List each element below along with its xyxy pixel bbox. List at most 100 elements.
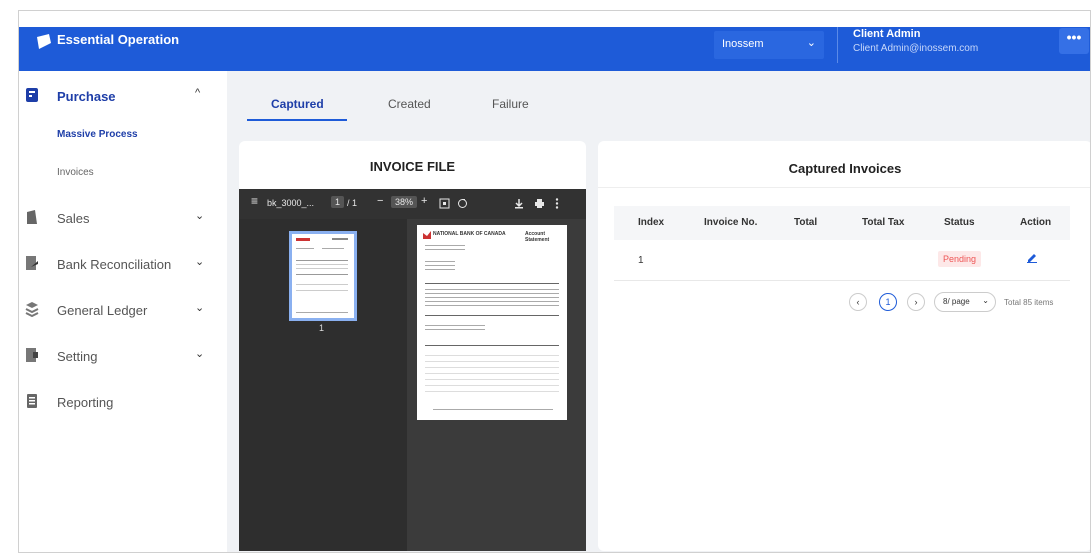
page-line [425,325,485,326]
tab-failure[interactable]: Failure [492,97,529,111]
sidebar-item-setting[interactable]: Setting ⌄ [19,345,227,369]
page-line [425,297,559,298]
pdf-toolbar: ≡ bk_3000_... 1 / 1 − 38% + [239,189,586,219]
more-menu-button[interactable]: ••• [1059,28,1089,54]
sidebar-item-label: Bank Reconciliation [57,257,172,272]
bank-logo-icon [423,231,431,239]
tab-created[interactable]: Created [388,97,431,111]
thumbnail-preview [296,238,348,313]
header-divider [837,27,838,63]
active-tab-indicator [247,119,347,121]
status-badge: Pending [938,251,982,267]
company-select[interactable]: Inossem ⌄ [714,31,824,59]
table-header: Index Invoice No. Total Total Tax Status… [614,206,1070,240]
sidebar-item-label: Sales [57,211,90,226]
page-line [425,361,559,362]
cart-icon [26,88,38,102]
more-vert-icon[interactable] [555,198,559,209]
page-line [425,373,559,374]
edit-icon[interactable] [1026,251,1038,263]
rotate-icon[interactable] [457,198,468,209]
page-line [425,329,485,330]
page-line [425,265,455,266]
pdf-page-input[interactable]: 1 [331,196,345,208]
statement-bank-name: NATIONAL BANK OF CANADA [433,231,506,237]
chevron-up-icon: ^ [195,87,201,99]
sidebar-subitem-invoices[interactable]: Invoices [57,167,94,178]
sidebar: Purchase ^ Massive Process Invoices Sale… [19,71,227,552]
pagination-page-1[interactable]: 1 [879,293,897,311]
pagination-prev-button[interactable]: ‹ [849,293,867,311]
statement-heading: Account Statement [525,231,550,243]
pdf-viewer: ≡ bk_3000_... 1 / 1 − 38% + 1 NATIONAL B… [239,189,586,551]
menu-icon[interactable]: ≡ [251,194,258,208]
page-line [425,315,559,316]
setting-icon [26,348,38,362]
fit-page-icon[interactable] [439,198,450,209]
user-name[interactable]: Client Admin [853,28,920,40]
chevron-down-icon: ⌄ [806,37,816,49]
sidebar-item-label: Reporting [57,395,114,410]
sidebar-item-label: Purchase [57,89,116,104]
chevron-down-icon: ⌄ [195,210,205,222]
top-navigation-bar: Essential Operation Inossem ⌄ Client Adm… [19,27,1090,71]
page-line [425,305,559,306]
page-line [425,269,455,270]
column-header-invoice-no: Invoice No. [704,217,758,228]
page-line [425,261,455,262]
ledger-icon [25,302,39,317]
main-content: Captured Created Failure INVOICE FILE ≡ … [227,71,1090,552]
captured-invoices-title: Captured Invoices [788,161,902,176]
column-header-index: Index [638,217,665,228]
page-line [425,301,559,302]
app-title: Essential Operation [57,32,180,47]
page-size-select[interactable]: 8/ page ⌄ [934,292,996,312]
tab-captured[interactable]: Captured [271,97,324,111]
invoice-file-panel: INVOICE FILE ≡ bk_3000_... 1 / 1 − 38% + [239,141,586,551]
page-line [425,245,465,246]
tab-bar: Captured Created Failure [227,71,1090,121]
column-header-total-tax: Total Tax [862,217,905,228]
pagination-next-button[interactable]: › [907,293,925,311]
page-line [425,379,559,380]
download-icon[interactable] [514,198,524,209]
column-header-action: Action [1020,217,1052,228]
sidebar-item-general-ledger[interactable]: General Ledger ⌄ [19,299,227,323]
page-line [425,249,465,250]
row-index: 1 [638,255,644,266]
pagination-total: Total 85 items [1004,298,1054,307]
page-line [425,367,559,368]
chevron-down-icon: ⌄ [195,256,205,268]
column-header-total: Total [794,217,818,228]
page-line [425,345,559,346]
sidebar-item-sales[interactable]: Sales ⌄ [19,207,227,231]
sidebar-item-reporting[interactable]: Reporting [19,391,227,415]
page-thumbnail[interactable] [289,231,357,321]
sidebar-item-label: General Ledger [57,303,148,318]
page-line [433,409,553,410]
zoom-out-button[interactable]: − [377,195,383,207]
pdf-thumbnail-sidebar: 1 [239,219,407,551]
zoom-in-button[interactable]: + [421,195,427,207]
sidebar-subitem-massive-process[interactable]: Massive Process [57,129,138,140]
sidebar-item-bank-reconciliation[interactable]: Bank Reconciliation ⌄ [19,253,227,277]
print-icon[interactable] [534,198,545,209]
pdf-filename: bk_3000_... [267,198,315,208]
invoice-file-title: INVOICE FILE [369,159,456,174]
chevron-down-icon: ⌄ [982,296,989,305]
chevron-down-icon: ⌄ [195,302,205,314]
pdf-page-total: / 1 [347,198,358,208]
sales-icon [27,210,37,224]
app-logo-icon [37,34,51,49]
page-line [425,391,559,392]
company-select-value: Inossem [722,38,764,50]
zoom-level[interactable]: 38% [391,196,418,208]
sidebar-item-purchase[interactable]: Purchase ^ [19,85,227,109]
page-line [425,289,559,290]
page-line [425,293,559,294]
page-line [425,283,559,284]
column-header-status: Status [944,217,975,228]
bank-icon [26,256,38,270]
page-line [425,385,559,386]
sidebar-item-label: Setting [57,349,98,364]
